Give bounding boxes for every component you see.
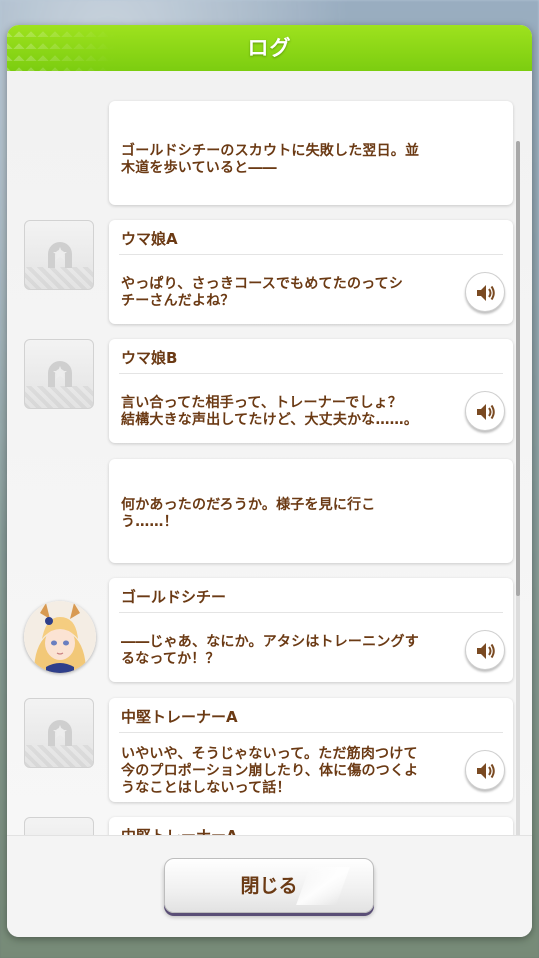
dialog-header: ログ xyxy=(7,25,532,73)
speaker-name: ゴールドシチー xyxy=(121,588,227,606)
message-line: 言い合ってた相手って、トレーナーでしょ？ xyxy=(121,395,403,411)
speaker-avatar-placeholder xyxy=(24,698,94,768)
message-line: ――じゃあ、なにか。アタシはトレーニングす xyxy=(121,634,419,650)
dialog-title: ログ xyxy=(247,36,292,60)
message-line: いやいや、そうじゃないって。ただ筋肉つけて xyxy=(121,746,418,762)
log-entry: ゴールドシチー ――じゃあ、なにか。アタシはトレーニングす るなってか！？ xyxy=(109,578,513,682)
speaker-avatar-placeholder xyxy=(24,339,94,409)
message-line: 今のプロポーション崩したり、体に傷のつくよ xyxy=(121,763,419,779)
message-line: ゴールドシチーのスカウトに失敗した翌日。並 xyxy=(121,143,420,159)
play-voice-button[interactable] xyxy=(465,272,505,312)
message-line: チーさんだよね？ xyxy=(121,293,235,309)
log-entry-narration: 何かあったのだろうか。様子を見に行こ う……！ xyxy=(109,459,513,563)
speaker-name: 中堅トレーナーA xyxy=(121,708,238,726)
message-line: 結構大きな声出してたけど、大丈夫かな……。 xyxy=(121,412,419,428)
character-portrait xyxy=(24,601,96,673)
message-line: う……！ xyxy=(121,514,178,530)
message-line: やっぱり、さっきコースでもめてたのってシ xyxy=(121,276,404,292)
speaker-icon xyxy=(477,763,495,779)
play-voice-button[interactable] xyxy=(465,630,505,670)
log-entry: ウマ娘B 言い合ってた相手って、トレーナーでしょ？ 結構大きな声出してたけど、大… xyxy=(109,339,513,443)
close-button-label: 閉じる xyxy=(240,875,298,897)
message-line: 木道を歩いていると―― xyxy=(121,160,277,176)
speaker-avatar-placeholder xyxy=(24,817,94,835)
speaker-avatar-placeholder xyxy=(24,220,94,290)
play-voice-button[interactable] xyxy=(465,391,505,431)
horseshoe-star-icon xyxy=(48,361,72,387)
play-voice-button[interactable] xyxy=(465,750,505,790)
dialog-footer: 閉じる xyxy=(7,835,532,937)
message-line: 何かあったのだろうか。様子を見に行こ xyxy=(121,497,376,513)
log-entry: 中堅トレーナーA xyxy=(109,817,513,835)
speaker-icon xyxy=(477,643,495,659)
message-line: うなことはしないって話！ xyxy=(121,780,291,796)
horseshoe-star-icon xyxy=(48,720,72,746)
speaker-icon xyxy=(477,285,495,301)
character-portrait-image xyxy=(24,601,96,673)
close-button[interactable]: 閉じる xyxy=(164,858,374,913)
message-line: るなってか！？ xyxy=(121,651,220,667)
speaker-name: ウマ娘A xyxy=(121,230,178,248)
log-entry-narration: ゴールドシチーのスカウトに失敗した翌日。並 木道を歩いていると―― xyxy=(109,101,513,205)
speaker-icon xyxy=(477,404,495,420)
horseshoe-star-icon xyxy=(48,242,72,268)
scrollbar-thumb[interactable] xyxy=(516,141,520,596)
speaker-name: 中堅トレーナーA xyxy=(121,825,238,835)
log-entry: ウマ娘A やっぱり、さっきコースでもめてたのってシ チーさんだよね？ xyxy=(109,220,513,324)
log-entry: 中堅トレーナーA いやいや、そうじゃないって。ただ筋肉つけて 今のプロポーション… xyxy=(109,698,513,802)
log-list[interactable]: ゴールドシチーのスカウトに失敗した翌日。並 木道を歩いていると―― ウマ娘A や… xyxy=(7,71,532,835)
speaker-name: ウマ娘B xyxy=(121,349,178,367)
log-dialog: ログ ゴールドシチーのスカウトに失敗した翌日。並 木道を歩いていると―― ウマ娘… xyxy=(7,25,532,937)
